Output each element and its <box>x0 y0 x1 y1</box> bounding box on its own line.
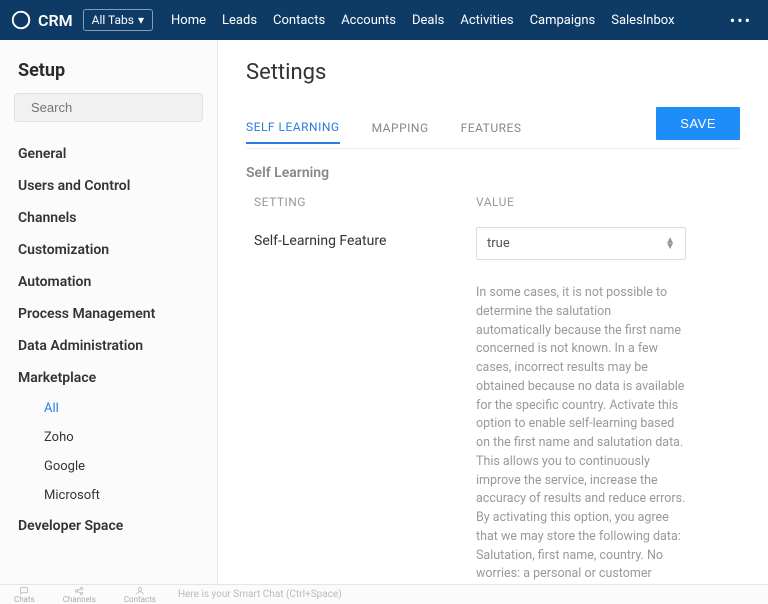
sidebar-subitem-google[interactable]: Google <box>12 452 205 481</box>
settings-tabbar: SELF LEARNING MAPPING FEATURES SAVE <box>246 107 740 149</box>
setting-value: true <box>487 236 510 251</box>
nav-tab-salesinbox[interactable]: SalesInbox <box>611 13 674 28</box>
sidebar-item-customization[interactable]: Customization <box>12 234 205 266</box>
bottombar-channels-label: Channels <box>63 596 96 604</box>
sidebar-item-general[interactable]: General <box>12 138 205 170</box>
sidebar-item-process-management[interactable]: Process Management <box>12 298 205 330</box>
bottom-bar: Chats Channels Contacts Here is your Sma… <box>0 584 768 604</box>
sidebar-subitem-all[interactable]: All <box>12 394 205 423</box>
sidebar-search[interactable] <box>14 93 203 122</box>
setting-row: Self-Learning Feature true ▲▼ In some ca… <box>246 227 740 584</box>
nav-tab-activities[interactable]: Activities <box>460 13 513 28</box>
nav-tab-home[interactable]: Home <box>171 13 206 28</box>
chat-icon <box>18 586 30 596</box>
nav-tab-campaigns[interactable]: Campaigns <box>530 13 596 28</box>
tab-self-learning[interactable]: SELF LEARNING <box>246 112 340 144</box>
nav-tab-deals[interactable]: Deals <box>412 13 444 28</box>
nav-tab-accounts[interactable]: Accounts <box>341 13 396 28</box>
setting-value-select[interactable]: true ▲▼ <box>476 227 686 260</box>
nav-tab-leads[interactable]: Leads <box>222 13 257 28</box>
save-button[interactable]: SAVE <box>656 107 740 140</box>
smart-chat-hint: Here is your Smart Chat (Ctrl+Space) <box>178 589 342 600</box>
sidebar-subitem-zoho[interactable]: Zoho <box>12 423 205 452</box>
column-headers: SETTING VALUE <box>246 195 740 209</box>
top-nav: CRM All Tabs ▾ Home Leads Contacts Accou… <box>0 0 768 40</box>
channels-icon <box>73 586 85 596</box>
sidebar-title: Setup <box>18 60 199 81</box>
bottombar-chats-label: Chats <box>14 596 35 604</box>
app-name: CRM <box>38 11 73 30</box>
bottombar-contacts-label: Contacts <box>124 596 156 604</box>
more-menu-icon[interactable]: ••• <box>724 11 758 30</box>
sidebar-item-data-administration[interactable]: Data Administration <box>12 330 205 362</box>
sidebar-item-marketplace[interactable]: Marketplace <box>12 362 205 394</box>
nav-tab-contacts[interactable]: Contacts <box>273 13 325 28</box>
sidebar-item-developer-space[interactable]: Developer Space <box>12 510 205 542</box>
select-updown-icon: ▲▼ <box>665 238 675 250</box>
search-input[interactable] <box>31 100 207 115</box>
contacts-icon <box>134 586 146 596</box>
page-title: Settings <box>246 60 740 85</box>
sidebar-item-users-and-control[interactable]: Users and Control <box>12 170 205 202</box>
sidebar-subitem-microsoft[interactable]: Microsoft <box>12 481 205 510</box>
app-logo: CRM <box>10 9 73 31</box>
bottombar-chats[interactable]: Chats <box>0 586 49 604</box>
bottombar-channels[interactable]: Channels <box>49 586 110 604</box>
tab-mapping[interactable]: MAPPING <box>372 113 429 143</box>
main-content: Settings SELF LEARNING MAPPING FEATURES … <box>218 40 768 584</box>
all-tabs-dropdown[interactable]: All Tabs ▾ <box>83 9 153 31</box>
chevron-down-icon: ▾ <box>138 13 144 27</box>
sidebar-item-channels[interactable]: Channels <box>12 202 205 234</box>
setting-label: Self-Learning Feature <box>246 227 476 249</box>
bottombar-contacts[interactable]: Contacts <box>110 586 170 604</box>
section-title: Self Learning <box>246 165 740 181</box>
crm-logo-icon <box>10 9 32 31</box>
nav-tabs: Home Leads Contacts Accounts Deals Activ… <box>171 13 675 28</box>
sidebar: Setup General Users and Control Channels… <box>0 40 218 584</box>
column-header-value: VALUE <box>476 195 740 209</box>
column-header-setting: SETTING <box>246 195 476 209</box>
sidebar-item-automation[interactable]: Automation <box>12 266 205 298</box>
tab-features[interactable]: FEATURES <box>461 113 522 143</box>
all-tabs-label: All Tabs <box>92 13 134 27</box>
setting-description: In some cases, it is not possible to det… <box>476 284 686 584</box>
